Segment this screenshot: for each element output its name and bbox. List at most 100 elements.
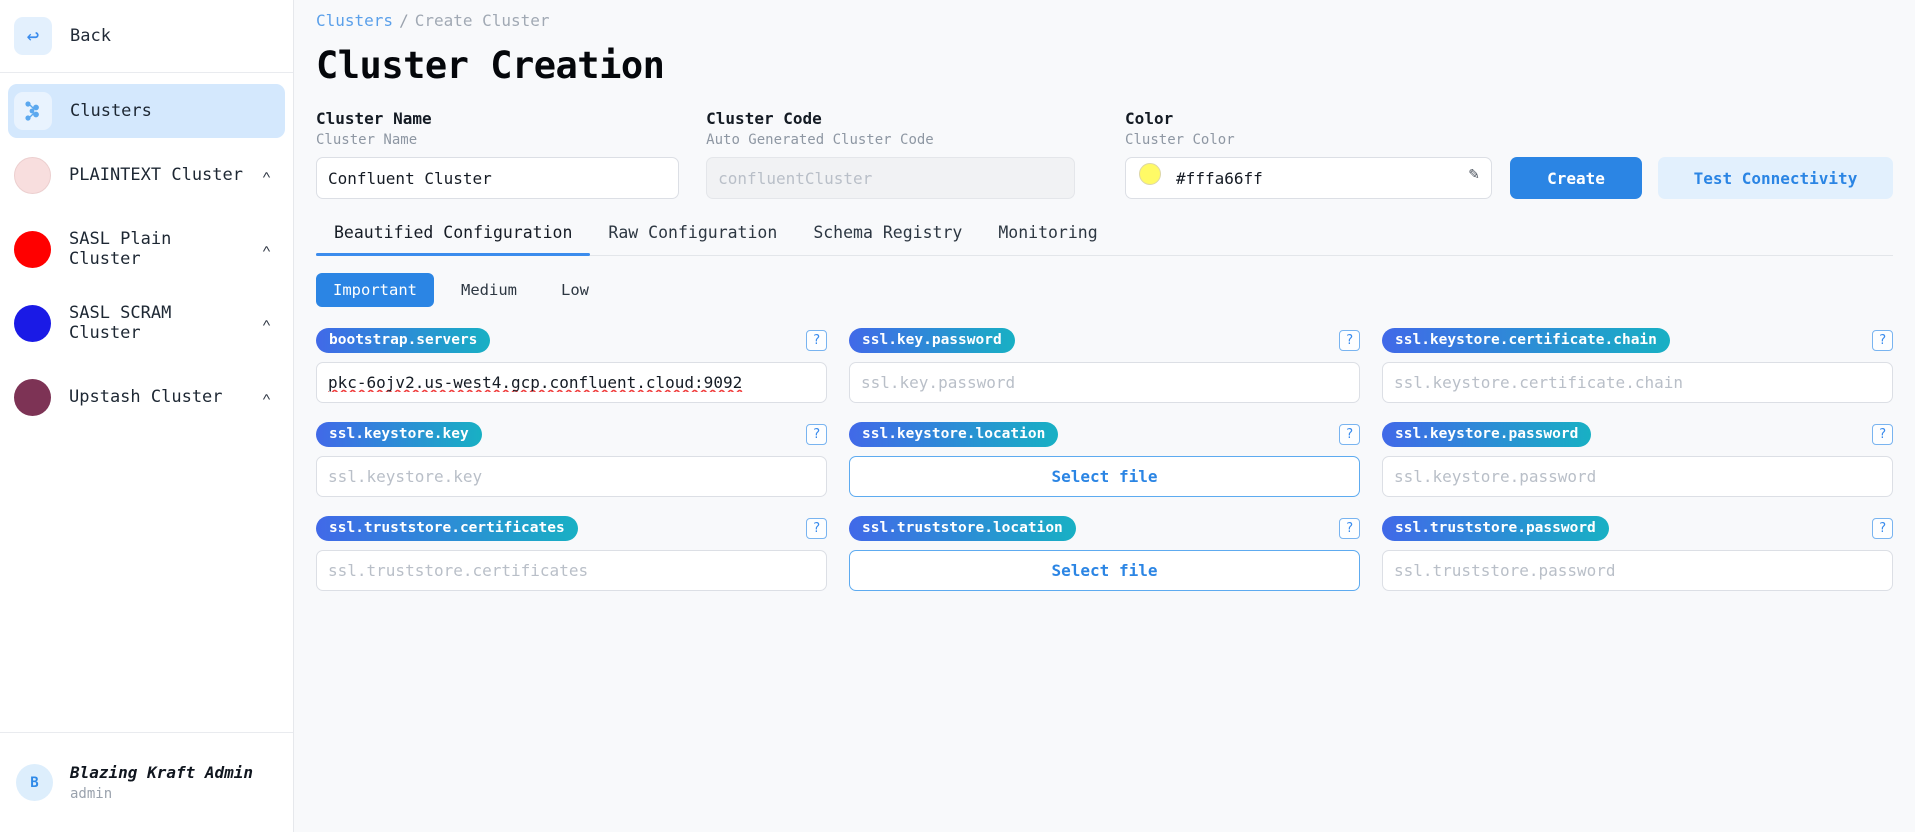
config-field-ssl-truststore-location: ssl.truststore.location ? Select file [849,515,1360,591]
chevron-up-icon[interactable]: ˄ [262,168,271,182]
user-profile[interactable]: B Blazing Kraft Admin admin [0,732,293,832]
create-button[interactable]: Create [1510,157,1642,199]
config-input[interactable] [1382,550,1893,591]
cluster-color-dot [14,156,51,194]
config-key-pill: ssl.truststore.certificates [316,515,578,541]
config-field-ssl-keystore-password: ssl.keystore.password ? [1382,421,1893,497]
tab-monitoring[interactable]: Monitoring [980,223,1115,255]
cluster-code-title: Cluster Code [706,109,822,128]
avatar: B [16,764,53,801]
config-field-header: ssl.truststore.certificates ? [316,515,827,541]
config-input[interactable] [316,456,827,497]
sidebar-item-clusters-label: Clusters [70,101,152,121]
config-key-pill: ssl.truststore.password [1382,515,1609,541]
help-icon[interactable]: ? [1872,423,1893,445]
cluster-color-dot [14,304,51,342]
config-field-header: ssl.key.password ? [849,327,1360,353]
severity-medium[interactable]: Medium [444,273,534,307]
back-arrow-icon: ↩ [14,17,52,55]
config-input[interactable] [1382,456,1893,497]
config-field-ssl-keystore-certificate-chain: ssl.keystore.certificate.chain ? [1382,327,1893,403]
cluster-code-input [706,157,1076,199]
severity-low[interactable]: Low [544,273,606,307]
cluster-code-field: Cluster Code Auto Generated Cluster Code [706,109,1076,199]
cluster-name-label: SASL Plain Cluster [69,229,172,269]
config-field-ssl-keystore-location: ssl.keystore.location ? Select file [849,421,1360,497]
config-input[interactable] [316,550,827,591]
config-key-pill: ssl.keystore.password [1382,421,1592,447]
config-tabs: Beautified Configuration Raw Configurati… [316,223,1893,256]
page-title: Cluster Creation [316,44,665,87]
config-field-ssl-keystore-key: ssl.keystore.key ? [316,421,827,497]
cluster-name-label: SASL SCRAM Cluster [69,303,172,343]
cluster-name-input[interactable] [316,157,680,199]
test-connectivity-button[interactable]: Test Connectivity [1657,157,1893,199]
config-key-pill: ssl.keystore.location [849,421,1059,447]
help-icon[interactable]: ? [1872,517,1893,539]
config-input[interactable] [316,362,827,403]
select-file-button[interactable]: Select file [849,456,1360,497]
cluster-code-subtitle: Auto Generated Cluster Code [706,132,934,148]
config-input[interactable] [1382,362,1893,403]
config-field-header: ssl.keystore.key ? [316,421,827,447]
breadcrumb-current: Create Cluster [414,11,550,30]
config-field-ssl-truststore-certificates: ssl.truststore.certificates ? [316,515,827,591]
kafka-clusters-icon [14,92,52,130]
help-icon[interactable]: ? [1339,517,1360,539]
config-field-header: bootstrap.servers ? [316,327,827,353]
help-icon[interactable]: ? [1872,329,1893,351]
cluster-name-label: Upstash Cluster [69,387,223,407]
cluster-name-title: Cluster Name [316,109,432,128]
cluster-color-input-wrap: ✎ [1125,148,1493,199]
cluster-color-subtitle: Cluster Color [1125,132,1235,148]
chevron-up-icon[interactable]: ˄ [262,390,271,404]
config-key-pill: ssl.keystore.certificate.chain [1382,327,1670,353]
chevron-up-icon[interactable]: ˄ [262,242,271,256]
cluster-form-row: Cluster Name Cluster Name Cluster Code A… [316,109,1893,199]
help-icon[interactable]: ? [806,329,827,351]
config-key-pill: ssl.truststore.location [849,515,1076,541]
config-field-bootstrap-servers: bootstrap.servers ? [316,327,827,403]
config-grid: bootstrap.servers ? ssl.key.password ? s… [316,327,1893,591]
user-role: admin [70,786,113,802]
severity-important[interactable]: Important [316,273,434,307]
breadcrumb: Clusters / Create Cluster [316,0,1893,30]
tab-schema-registry[interactable]: Schema Registry [795,223,980,255]
cluster-color-title: Color [1125,109,1174,128]
breadcrumb-separator: / [399,11,409,30]
cluster-color-input[interactable] [1125,157,1493,199]
help-icon[interactable]: ? [1339,329,1360,351]
config-key-pill: bootstrap.servers [316,327,491,353]
sidebar-cluster-item[interactable]: SASL SCRAM Cluster ˄ [0,286,293,360]
help-icon[interactable]: ? [806,517,827,539]
cluster-name-field: Cluster Name Cluster Name [316,109,680,199]
severity-filter: Important Medium Low [316,273,1893,307]
pencil-icon[interactable]: ✎ [1469,164,1479,184]
cluster-color-field: Color Cluster Color ✎ [1125,109,1493,199]
color-swatch-icon [1139,162,1162,185]
config-input[interactable] [849,362,1360,403]
sidebar-cluster-item[interactable]: Upstash Cluster ˄ [0,360,293,434]
cluster-color-dot [14,378,51,416]
sidebar-item-clusters[interactable]: Clusters [8,84,285,138]
app-root: ↩ Back Clusters PLAINTEXT Cluster ˄ SASL… [0,0,1915,832]
sidebar-cluster-item[interactable]: PLAINTEXT Cluster ˄ [0,138,293,212]
tab-raw-configuration[interactable]: Raw Configuration [590,223,795,255]
cluster-color-dot [14,230,51,268]
chevron-up-icon[interactable]: ˄ [262,316,271,330]
cluster-name-subtitle: Cluster Name [316,132,418,148]
config-field-ssl-truststore-password: ssl.truststore.password ? [1382,515,1893,591]
config-field-header: ssl.keystore.location ? [849,421,1360,447]
help-icon[interactable]: ? [1339,423,1360,445]
select-file-button[interactable]: Select file [849,550,1360,591]
back-button[interactable]: ↩ Back [0,0,293,73]
sidebar-cluster-item[interactable]: SASL Plain Cluster ˄ [0,212,293,286]
user-name: Blazing Kraft Admin [70,763,254,782]
cluster-name-label: PLAINTEXT Cluster [69,165,243,185]
breadcrumb-clusters-link[interactable]: Clusters [316,11,393,30]
tab-beautified-configuration[interactable]: Beautified Configuration [316,223,591,256]
help-icon[interactable]: ? [806,423,827,445]
config-key-pill: ssl.keystore.key [316,421,482,447]
main-content: Clusters / Create Cluster Cluster Creati… [294,0,1915,832]
